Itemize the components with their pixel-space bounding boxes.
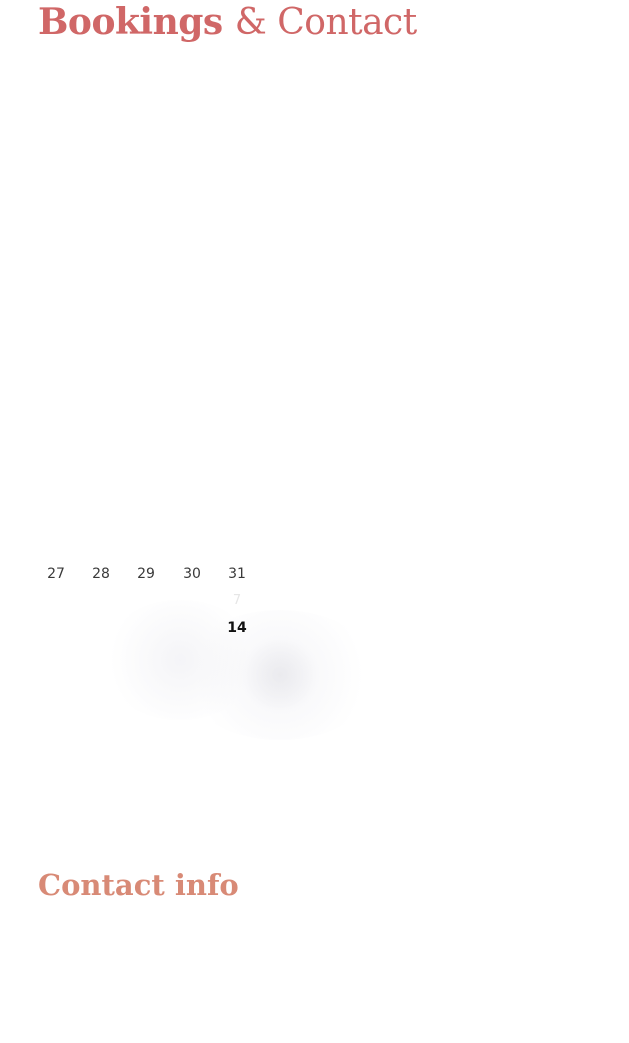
page-title-light: & Contact — [234, 2, 417, 43]
calendar-day-selected[interactable]: 14 — [215, 619, 259, 637]
calendar-day[interactable]: 31 — [215, 565, 259, 583]
calendar-day[interactable]: 27 — [34, 565, 78, 583]
blurred-decoration — [240, 640, 320, 710]
page-title-strong: Bookings — [38, 1, 223, 43]
contact-info-heading: Contact info — [38, 868, 239, 902]
page-title: Bookings & Contact — [38, 0, 417, 45]
calendar-day[interactable]: 30 — [170, 565, 214, 583]
calendar-day[interactable]: 29 — [124, 565, 168, 583]
booking-calendar: 27 28 29 30 31 7 14 — [34, 560, 274, 650]
calendar-day[interactable]: 28 — [79, 565, 123, 583]
calendar-day-muted[interactable]: 7 — [215, 592, 259, 610]
